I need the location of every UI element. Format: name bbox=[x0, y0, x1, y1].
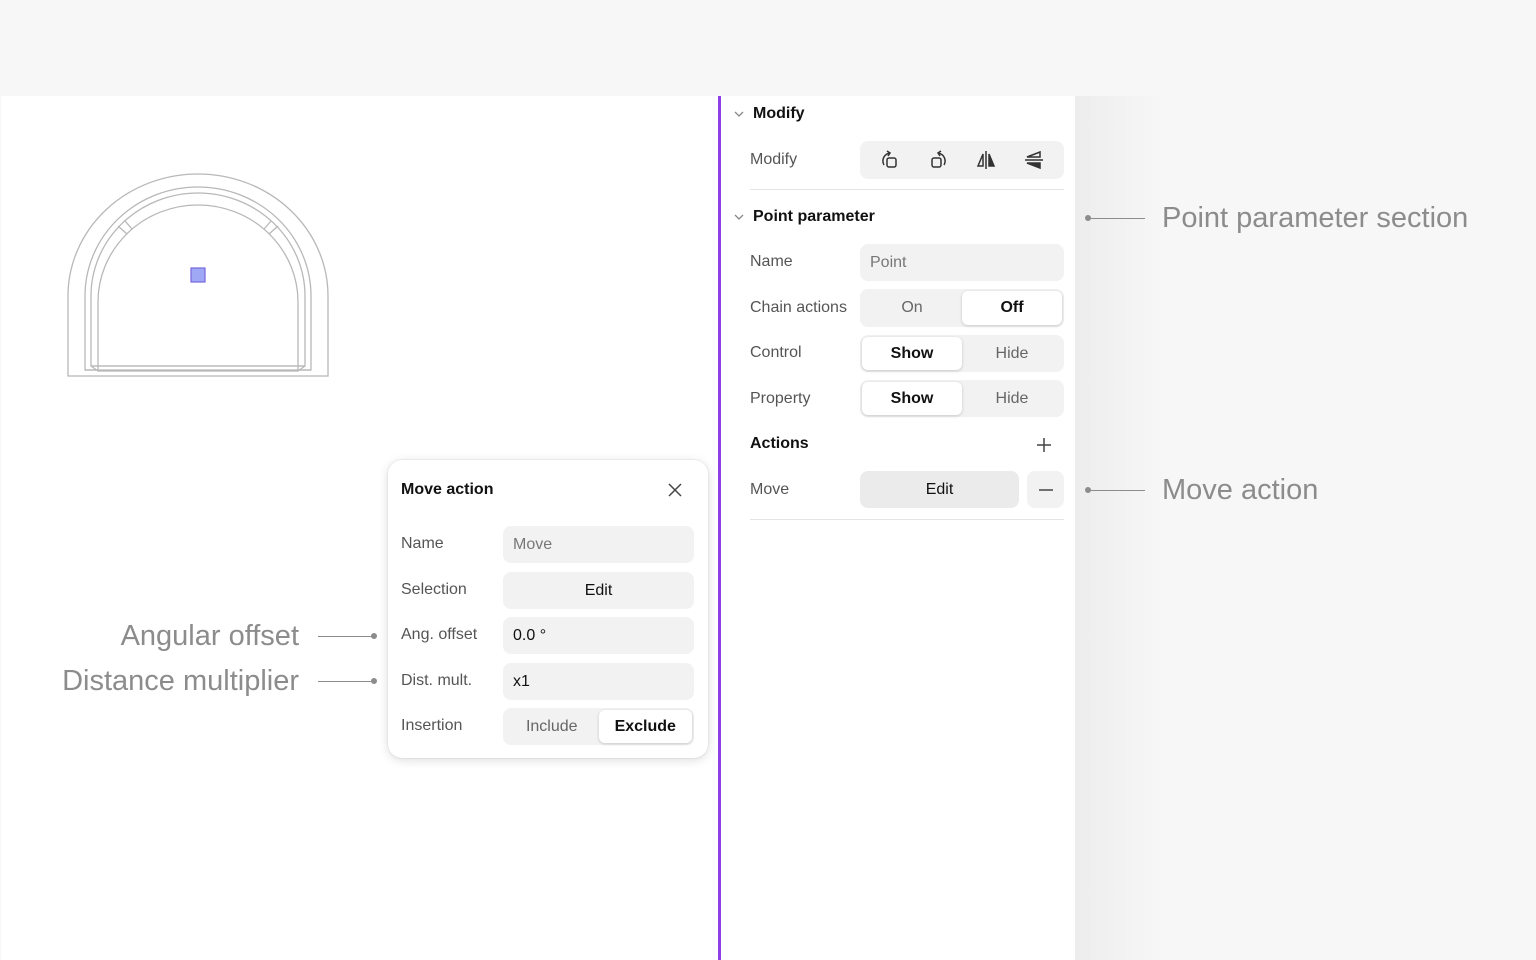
control-show-option[interactable]: Show bbox=[862, 337, 962, 370]
rotate-ccw-icon[interactable] bbox=[866, 141, 914, 179]
move-action-popup: Move action Name Move Selection Edit Ang… bbox=[388, 460, 708, 758]
point-parameter-handle[interactable] bbox=[190, 267, 206, 283]
ang-offset-label: Ang. offset bbox=[401, 626, 478, 643]
flip-horizontal-icon[interactable] bbox=[962, 141, 1010, 179]
section-divider bbox=[750, 189, 1064, 190]
control-hide-option[interactable]: Hide bbox=[962, 337, 1062, 370]
dist-mult-field[interactable]: x1 bbox=[503, 663, 694, 700]
remove-action-icon[interactable] bbox=[1027, 471, 1064, 508]
rotate-cw-icon[interactable] bbox=[914, 141, 962, 179]
chevron-down-icon bbox=[733, 211, 745, 223]
actions-heading: Actions bbox=[750, 435, 809, 452]
annotation-point-parameter-section: Point parameter section bbox=[1162, 201, 1469, 234]
modify-section-title: Modify bbox=[753, 105, 805, 122]
section-divider bbox=[750, 519, 1064, 520]
point-name-field[interactable]: Point bbox=[860, 244, 1064, 281]
move-action-label: Move bbox=[750, 481, 790, 498]
dist-mult-value: x1 bbox=[513, 672, 530, 690]
insertion-label: Insertion bbox=[401, 717, 463, 734]
selection-edit-button[interactable]: Edit bbox=[503, 572, 694, 609]
move-edit-button[interactable]: Edit bbox=[860, 471, 1019, 508]
popup-name-label: Name bbox=[401, 535, 444, 552]
property-hide-option[interactable]: Hide bbox=[962, 382, 1062, 415]
property-label: Property bbox=[750, 390, 811, 407]
control-toggle: Show Hide bbox=[860, 335, 1064, 372]
annotation-move-action: Move action bbox=[1162, 473, 1319, 506]
annotation-distance-multiplier: Distance multiplier bbox=[62, 664, 299, 697]
annotation-leader-line bbox=[1088, 218, 1145, 219]
annotation-dot bbox=[371, 678, 377, 684]
chain-actions-label: Chain actions bbox=[750, 299, 847, 316]
insertion-exclude-option[interactable]: Exclude bbox=[598, 710, 692, 743]
annotation-leader-line bbox=[318, 636, 375, 637]
dist-mult-label: Dist. mult. bbox=[401, 672, 473, 689]
name-label: Name bbox=[750, 253, 793, 270]
close-icon[interactable] bbox=[666, 481, 684, 499]
flip-vertical-icon[interactable] bbox=[1010, 141, 1058, 179]
ang-offset-field[interactable]: 0.0 ° bbox=[503, 617, 694, 654]
chevron-down-icon bbox=[733, 108, 745, 120]
chain-on-option[interactable]: On bbox=[862, 291, 962, 325]
move-name-field[interactable]: Move bbox=[503, 526, 694, 563]
modify-section-header[interactable]: Modify bbox=[733, 102, 805, 126]
annotation-leader-line bbox=[318, 681, 375, 682]
annotation-leader-line bbox=[1088, 490, 1145, 491]
annotation-dot bbox=[371, 633, 377, 639]
popup-title: Move action bbox=[401, 481, 494, 498]
properties-panel: Modify Modify Point parameter Name Point… bbox=[721, 96, 1075, 960]
point-parameter-section-header[interactable]: Point parameter bbox=[733, 205, 875, 229]
point-name-placeholder: Point bbox=[870, 253, 907, 271]
add-action-icon[interactable] bbox=[1034, 435, 1054, 455]
ang-offset-value: 0.0 ° bbox=[513, 626, 547, 644]
annotation-angular-offset: Angular offset bbox=[120, 619, 299, 652]
point-parameter-title: Point parameter bbox=[753, 208, 875, 225]
control-label: Control bbox=[750, 344, 802, 361]
modify-row-label: Modify bbox=[750, 151, 798, 168]
property-toggle: Show Hide bbox=[860, 380, 1064, 417]
chain-off-option[interactable]: Off bbox=[962, 291, 1062, 325]
chain-actions-toggle: On Off bbox=[860, 289, 1064, 327]
insertion-toggle: Include Exclude bbox=[503, 708, 694, 745]
insertion-include-option[interactable]: Include bbox=[505, 710, 599, 743]
move-name-placeholder: Move bbox=[513, 535, 553, 553]
property-show-option[interactable]: Show bbox=[862, 382, 962, 415]
selection-label: Selection bbox=[401, 581, 467, 598]
modify-toolbar bbox=[860, 141, 1064, 179]
